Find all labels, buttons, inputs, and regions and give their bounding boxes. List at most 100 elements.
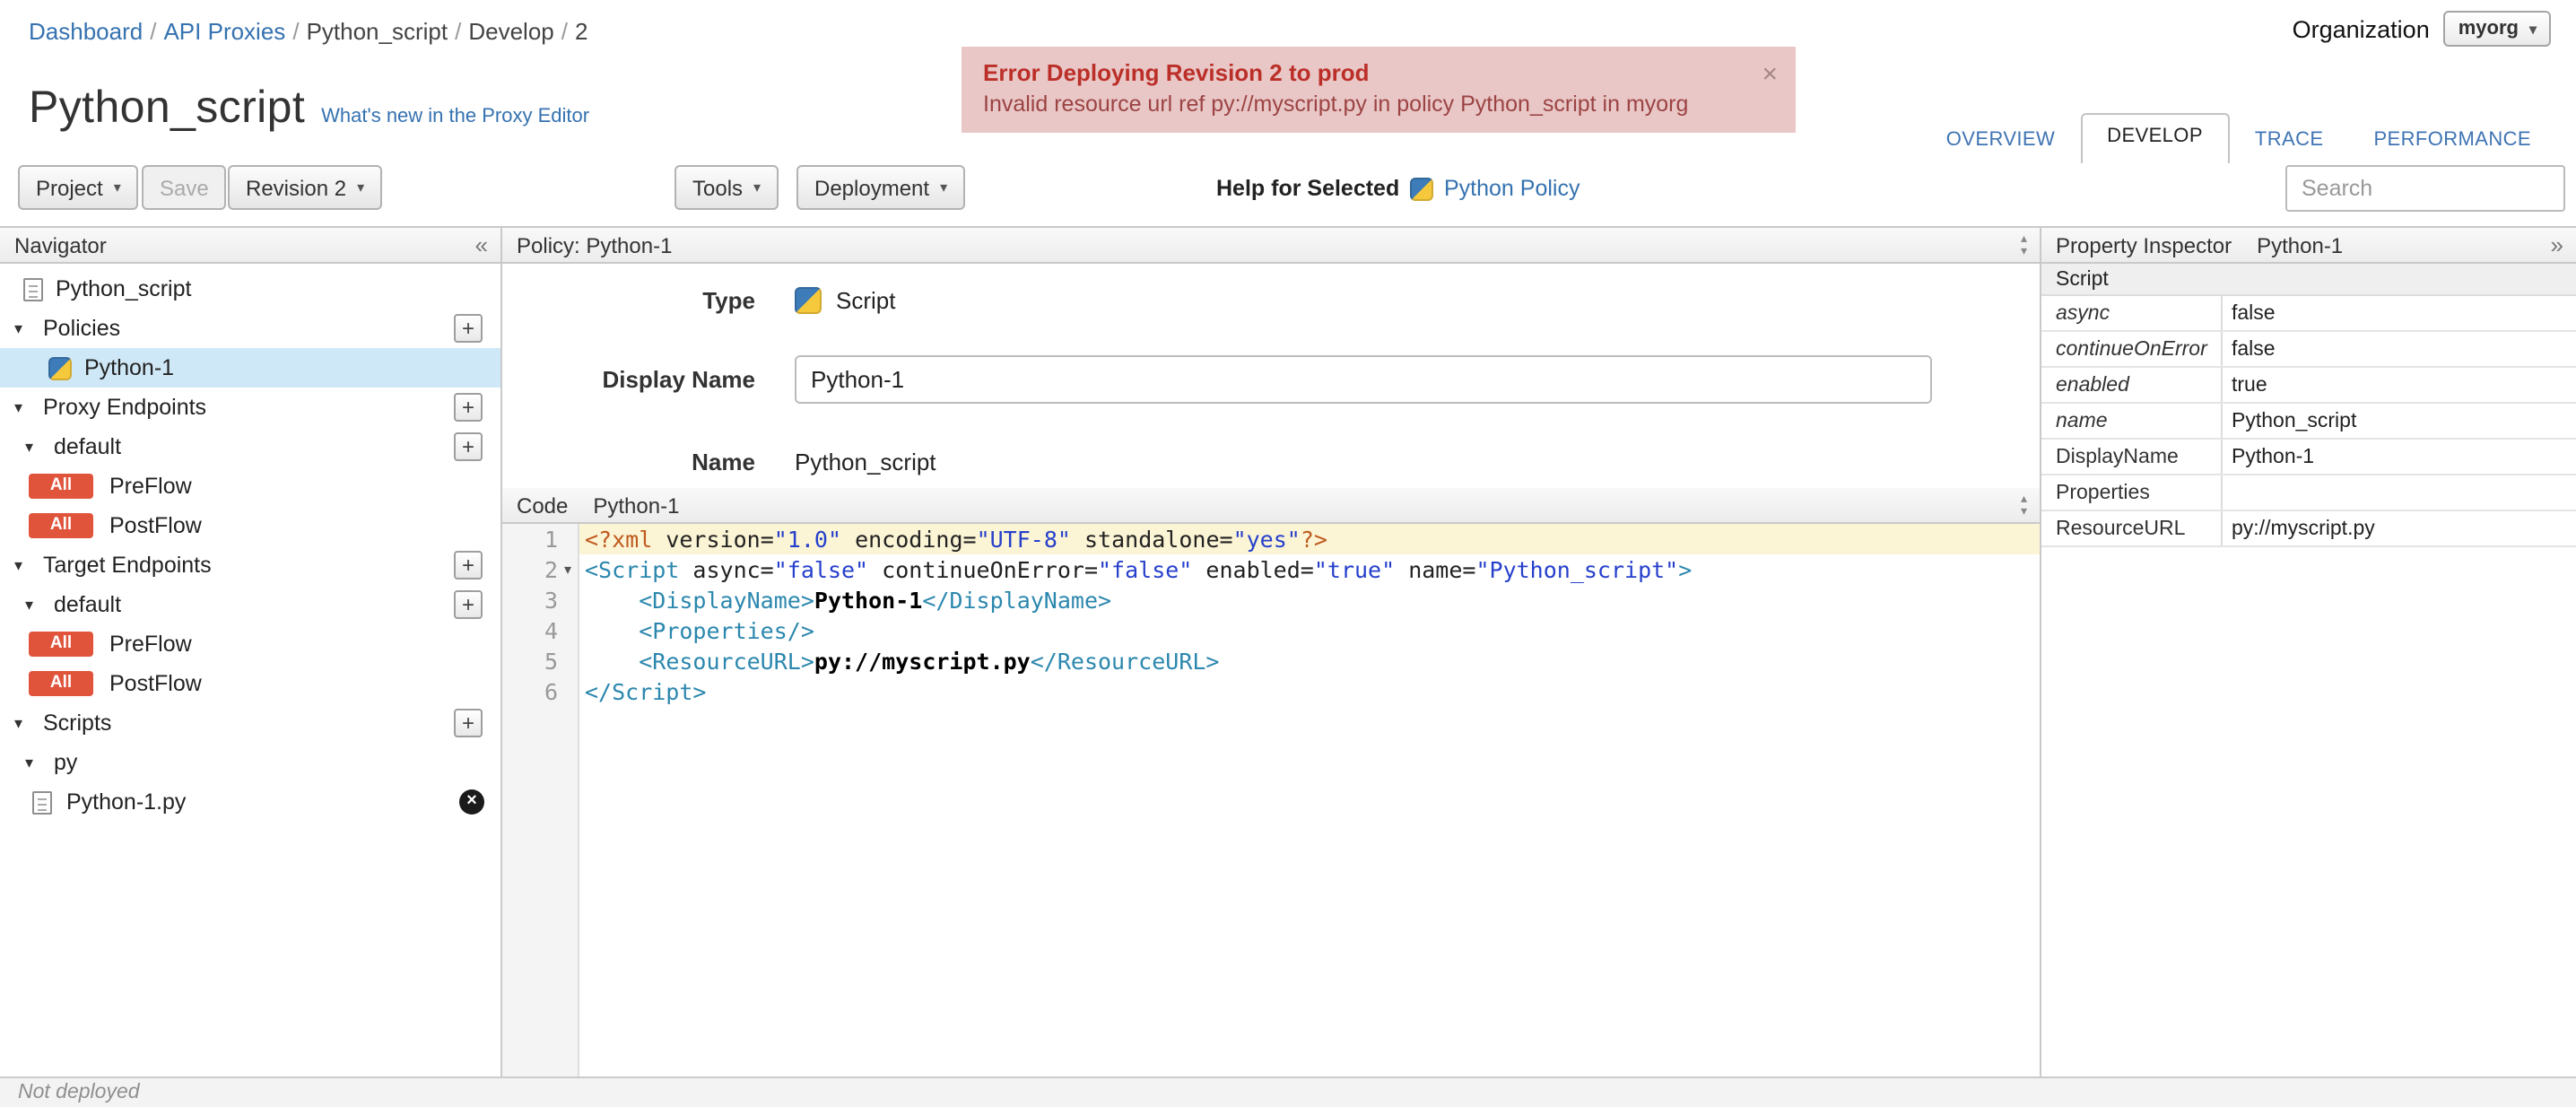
nav-item-target-postflow[interactable]: All PostFlow <box>0 664 500 703</box>
nav-item-proxy-preflow[interactable]: All PreFlow <box>0 466 500 506</box>
delete-file-icon[interactable]: × <box>459 789 484 815</box>
nav-item-python-1-py[interactable]: Python-1.py × <box>0 782 500 822</box>
inspector-header: Property Inspector Python-1 » <box>2041 228 2576 264</box>
chevron-down-icon: ▾ <box>940 179 948 196</box>
line-number: 1 <box>544 526 558 553</box>
property-value[interactable]: true <box>2223 368 2576 402</box>
nav-section-proxy-endpoints[interactable]: ▾ Proxy Endpoints + <box>0 388 500 427</box>
add-proxy-endpoint-button[interactable]: + <box>454 393 483 422</box>
deployment-menu-button[interactable]: Deployment ▾ <box>796 165 966 210</box>
property-value[interactable]: false <box>2223 296 2576 330</box>
chevron-down-icon: ▾ <box>2020 246 2027 258</box>
triangle-down-icon: ▾ <box>14 555 23 573</box>
python-policy-help-link[interactable]: Python Policy <box>1410 161 1580 215</box>
nav-item-proxy-default[interactable]: ▾ default + <box>0 427 500 466</box>
search-input[interactable] <box>2285 165 2565 212</box>
triangle-down-icon: ▾ <box>14 397 23 415</box>
nav-section-policies[interactable]: ▾ Policies + <box>0 309 500 348</box>
python-policy-icon <box>1410 177 1433 200</box>
inspector-title: Property Inspector <box>2056 232 2232 257</box>
property-value[interactable]: py://myscript.py <box>2223 511 2576 545</box>
revision-menu-label: Revision 2 <box>246 175 347 200</box>
property-value[interactable]: Python_script <box>2223 404 2576 438</box>
policy-panel-header: Policy: Python-1 ▴ ▾ <box>502 228 2040 264</box>
organization-area: Organization myorg ▾ <box>2293 11 2551 47</box>
chevron-down-icon: ▾ <box>2020 506 2027 519</box>
nav-item-python-1[interactable]: Python-1 <box>0 348 500 388</box>
policy-editor-panel: Policy: Python-1 ▴ ▾ Type Script Display… <box>502 228 2040 1076</box>
breadcrumb-separator: / <box>292 18 300 45</box>
inspector-row: Properties <box>2041 475 2576 511</box>
add-flow-button[interactable]: + <box>454 432 483 461</box>
code-panel-title: Code <box>517 492 569 518</box>
breadcrumb-api-proxies-link[interactable]: API Proxies <box>163 18 285 45</box>
tab-performance[interactable]: PERFORMANCE <box>2348 118 2556 163</box>
panel-resize-icon[interactable]: ▴ ▾ <box>2021 233 2027 258</box>
property-value[interactable]: false <box>2223 332 2576 366</box>
add-flow-button[interactable]: + <box>454 590 483 619</box>
project-menu-button[interactable]: Project ▾ <box>18 165 139 210</box>
display-name-label: Display Name <box>602 365 755 392</box>
code-panel-context: Python-1 <box>593 492 680 518</box>
line-number: 5 <box>544 648 558 675</box>
revision-menu-button[interactable]: Revision 2 ▾ <box>228 165 383 210</box>
tools-menu-button[interactable]: Tools ▾ <box>674 165 779 210</box>
navigator-header: Navigator « <box>0 228 500 264</box>
tab-trace[interactable]: TRACE <box>2230 118 2349 163</box>
toolbar: Project ▾ Save Revision 2 ▾ Tools ▾ Depl… <box>0 161 2576 215</box>
collapse-panel-icon[interactable]: » <box>2551 228 2563 264</box>
close-icon[interactable]: × <box>1762 59 1778 90</box>
inspector-table: Script async false continueOnError false… <box>2041 264 2576 547</box>
nav-section-target-endpoints[interactable]: ▾ Target Endpoints + <box>0 545 500 585</box>
nav-section-label: Policies <box>43 316 121 341</box>
triangle-down-icon: ▾ <box>14 713 23 731</box>
save-button[interactable]: Save <box>142 165 227 210</box>
code-gutter: 1 2 ▾ 3 4 5 6 <box>502 524 579 1076</box>
apigee-proxy-editor-window: Dashboard / API Proxies / Python_script / Deve… <box>0 0 2576 1107</box>
panel-resize-icon[interactable]: ▴ ▾ <box>2021 493 2027 519</box>
python-policy-icon <box>48 356 72 379</box>
line-number: 3 <box>544 587 558 614</box>
nav-group-py[interactable]: ▾ py <box>0 743 500 782</box>
tab-develop[interactable]: DEVELOP <box>2080 113 2230 163</box>
main-area: Navigator « Python_script ▾ Policies + P… <box>0 226 2576 1076</box>
save-button-label: Save <box>160 175 209 200</box>
collapse-panel-icon[interactable]: « <box>475 228 488 264</box>
line-number: 2 ▾ <box>502 554 578 585</box>
code-lines[interactable]: <?xml version="1.0" encoding="UTF-8" sta… <box>579 524 2040 1076</box>
nav-item-label: PreFlow <box>109 632 192 657</box>
error-banner-title: Error Deploying Revision 2 to prod <box>983 59 1370 86</box>
status-bar: Not deployed <box>0 1076 2576 1107</box>
add-script-button[interactable]: + <box>454 709 483 737</box>
error-banner: Error Deploying Revision 2 to prod Inval… <box>962 47 1796 133</box>
breadcrumb-separator: / <box>455 18 462 45</box>
deployment-menu-label: Deployment <box>814 175 930 200</box>
add-target-endpoint-button[interactable]: + <box>454 551 483 580</box>
property-label: DisplayName <box>2041 440 2223 474</box>
nav-item-proxy-root[interactable]: Python_script <box>0 269 500 309</box>
inspector-row: enabled true <box>2041 368 2576 404</box>
fold-icon[interactable]: ▾ <box>558 554 578 585</box>
inspector-row: name Python_script <box>2041 404 2576 440</box>
nav-item-label: PostFlow <box>109 671 202 696</box>
breadcrumb-separator: / <box>150 18 157 45</box>
breadcrumb-dashboard-link[interactable]: Dashboard <box>29 18 143 45</box>
code-line: </Script> <box>585 678 707 705</box>
nav-item-proxy-postflow[interactable]: All PostFlow <box>0 506 500 545</box>
proxy-icon <box>23 277 43 301</box>
triangle-down-icon: ▾ <box>25 437 34 455</box>
inspector-row: async false <box>2041 296 2576 332</box>
tab-overview[interactable]: OVERVIEW <box>1921 118 2080 163</box>
code-line: <DisplayName>Python-1</DisplayName> <box>639 587 1112 614</box>
whats-new-link[interactable]: What's new in the Proxy Editor <box>321 106 589 127</box>
add-policy-button[interactable]: + <box>454 314 483 343</box>
display-name-input[interactable] <box>795 354 1932 403</box>
organization-select[interactable]: myorg ▾ <box>2443 11 2551 47</box>
nav-section-label: Target Endpoints <box>43 553 212 578</box>
nav-item-target-preflow[interactable]: All PreFlow <box>0 624 500 664</box>
nav-section-scripts[interactable]: ▾ Scripts + <box>0 703 500 743</box>
property-value[interactable]: Python-1 <box>2223 440 2576 474</box>
property-value[interactable] <box>2223 475 2576 510</box>
nav-item-label: PostFlow <box>109 513 202 538</box>
nav-item-target-default[interactable]: ▾ default + <box>0 585 500 624</box>
